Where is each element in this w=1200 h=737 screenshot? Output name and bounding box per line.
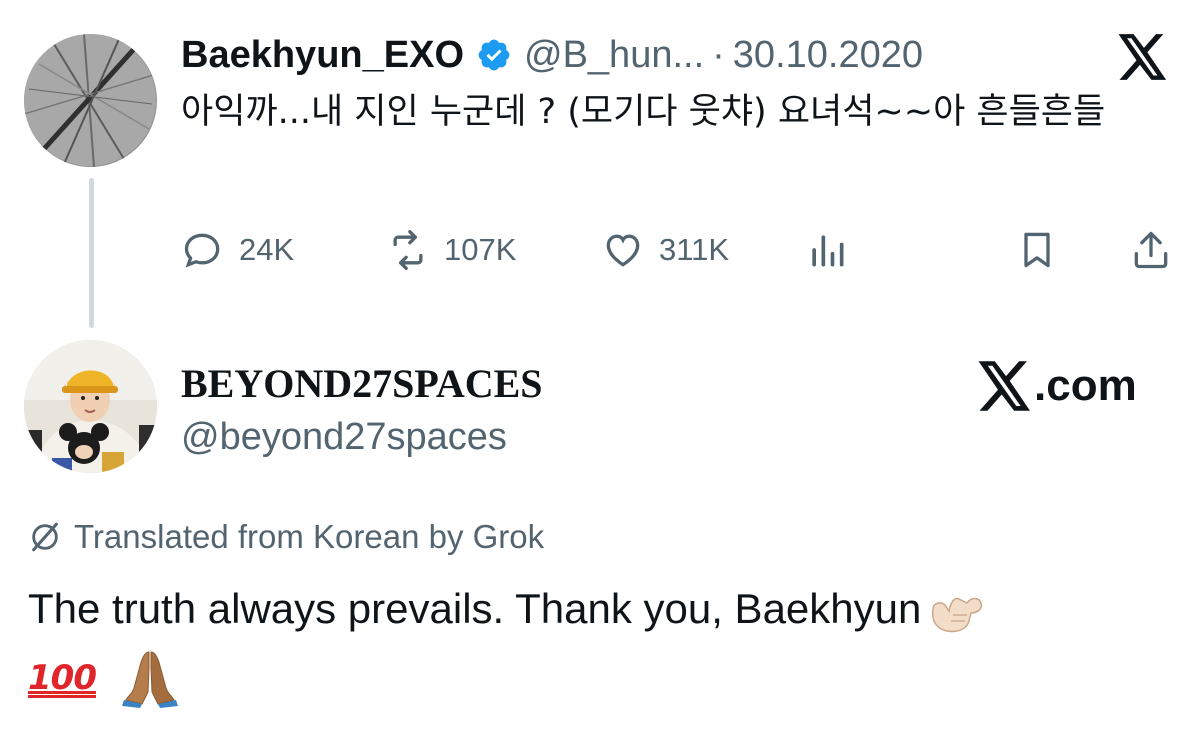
reply-icon: [184, 233, 220, 268]
repost-action[interactable]: 107K: [386, 222, 516, 278]
translation-label: Translated from Korean by Grok: [74, 518, 545, 555]
parent-avatar[interactable]: [24, 34, 157, 167]
like-icon: [606, 234, 640, 267]
x-com-brand: .com: [978, 356, 1137, 416]
reply-handle[interactable]: @beyond27spaces: [181, 416, 507, 459]
parent-tweet-text: 아익까...내 지인 누군데 ? (모기다 웃챠) 요녀석~~아 흔들흔들: [181, 92, 1106, 132]
bookmark-icon: [1024, 232, 1050, 268]
grok-icon: [32, 522, 58, 552]
parent-handle[interactable]: @B_hun...: [524, 34, 704, 77]
child-photo-icon: [24, 340, 157, 473]
like-count: 311K: [659, 232, 730, 267]
verified-badge-icon: [478, 39, 510, 71]
bookmark-action[interactable]: [1015, 222, 1059, 278]
like-action[interactable]: 311K: [601, 222, 729, 278]
call-me-hand-emoji-icon: [932, 597, 983, 633]
reply-emoji-row: 100: [28, 646, 180, 710]
repost-icon: [393, 230, 423, 270]
reply-text: The truth always prevails. Thank you, Ba…: [28, 585, 922, 632]
hundred-points-emoji-icon: 100: [28, 658, 97, 698]
translation-notice[interactable]: Translated from Korean by Grok: [28, 514, 544, 560]
reply-text-block: The truth always prevails. Thank you, Ba…: [28, 580, 1178, 638]
tweet-action-bar: 24K 107K 311K: [181, 222, 1171, 278]
x-logo-icon: [978, 361, 1030, 411]
folded-hands-emoji-icon: [121, 651, 178, 708]
views-action[interactable]: [805, 222, 849, 278]
reply-avatar[interactable]: [24, 340, 157, 473]
parent-tweet-header: Baekhyun_EXO @B_hun... · 30.10.2020: [181, 28, 923, 82]
repost-count: 107K: [444, 232, 517, 267]
separator-dot: ·: [712, 33, 725, 76]
parent-display-name[interactable]: Baekhyun_EXO: [181, 34, 464, 77]
x-com-text: .com: [1034, 361, 1137, 410]
reply-display-name[interactable]: BEYOND27SPACES: [181, 360, 543, 407]
reply-count: 24K: [239, 232, 295, 267]
thread-connector-line: [89, 178, 94, 328]
share-icon: [1134, 231, 1168, 269]
x-logo-icon: [1118, 34, 1167, 80]
reply-action[interactable]: 24K: [181, 222, 294, 278]
views-icon: [812, 235, 844, 267]
share-action[interactable]: [1129, 222, 1173, 278]
avatar-art-icon: [24, 34, 157, 167]
parent-date[interactable]: 30.10.2020: [733, 34, 923, 77]
